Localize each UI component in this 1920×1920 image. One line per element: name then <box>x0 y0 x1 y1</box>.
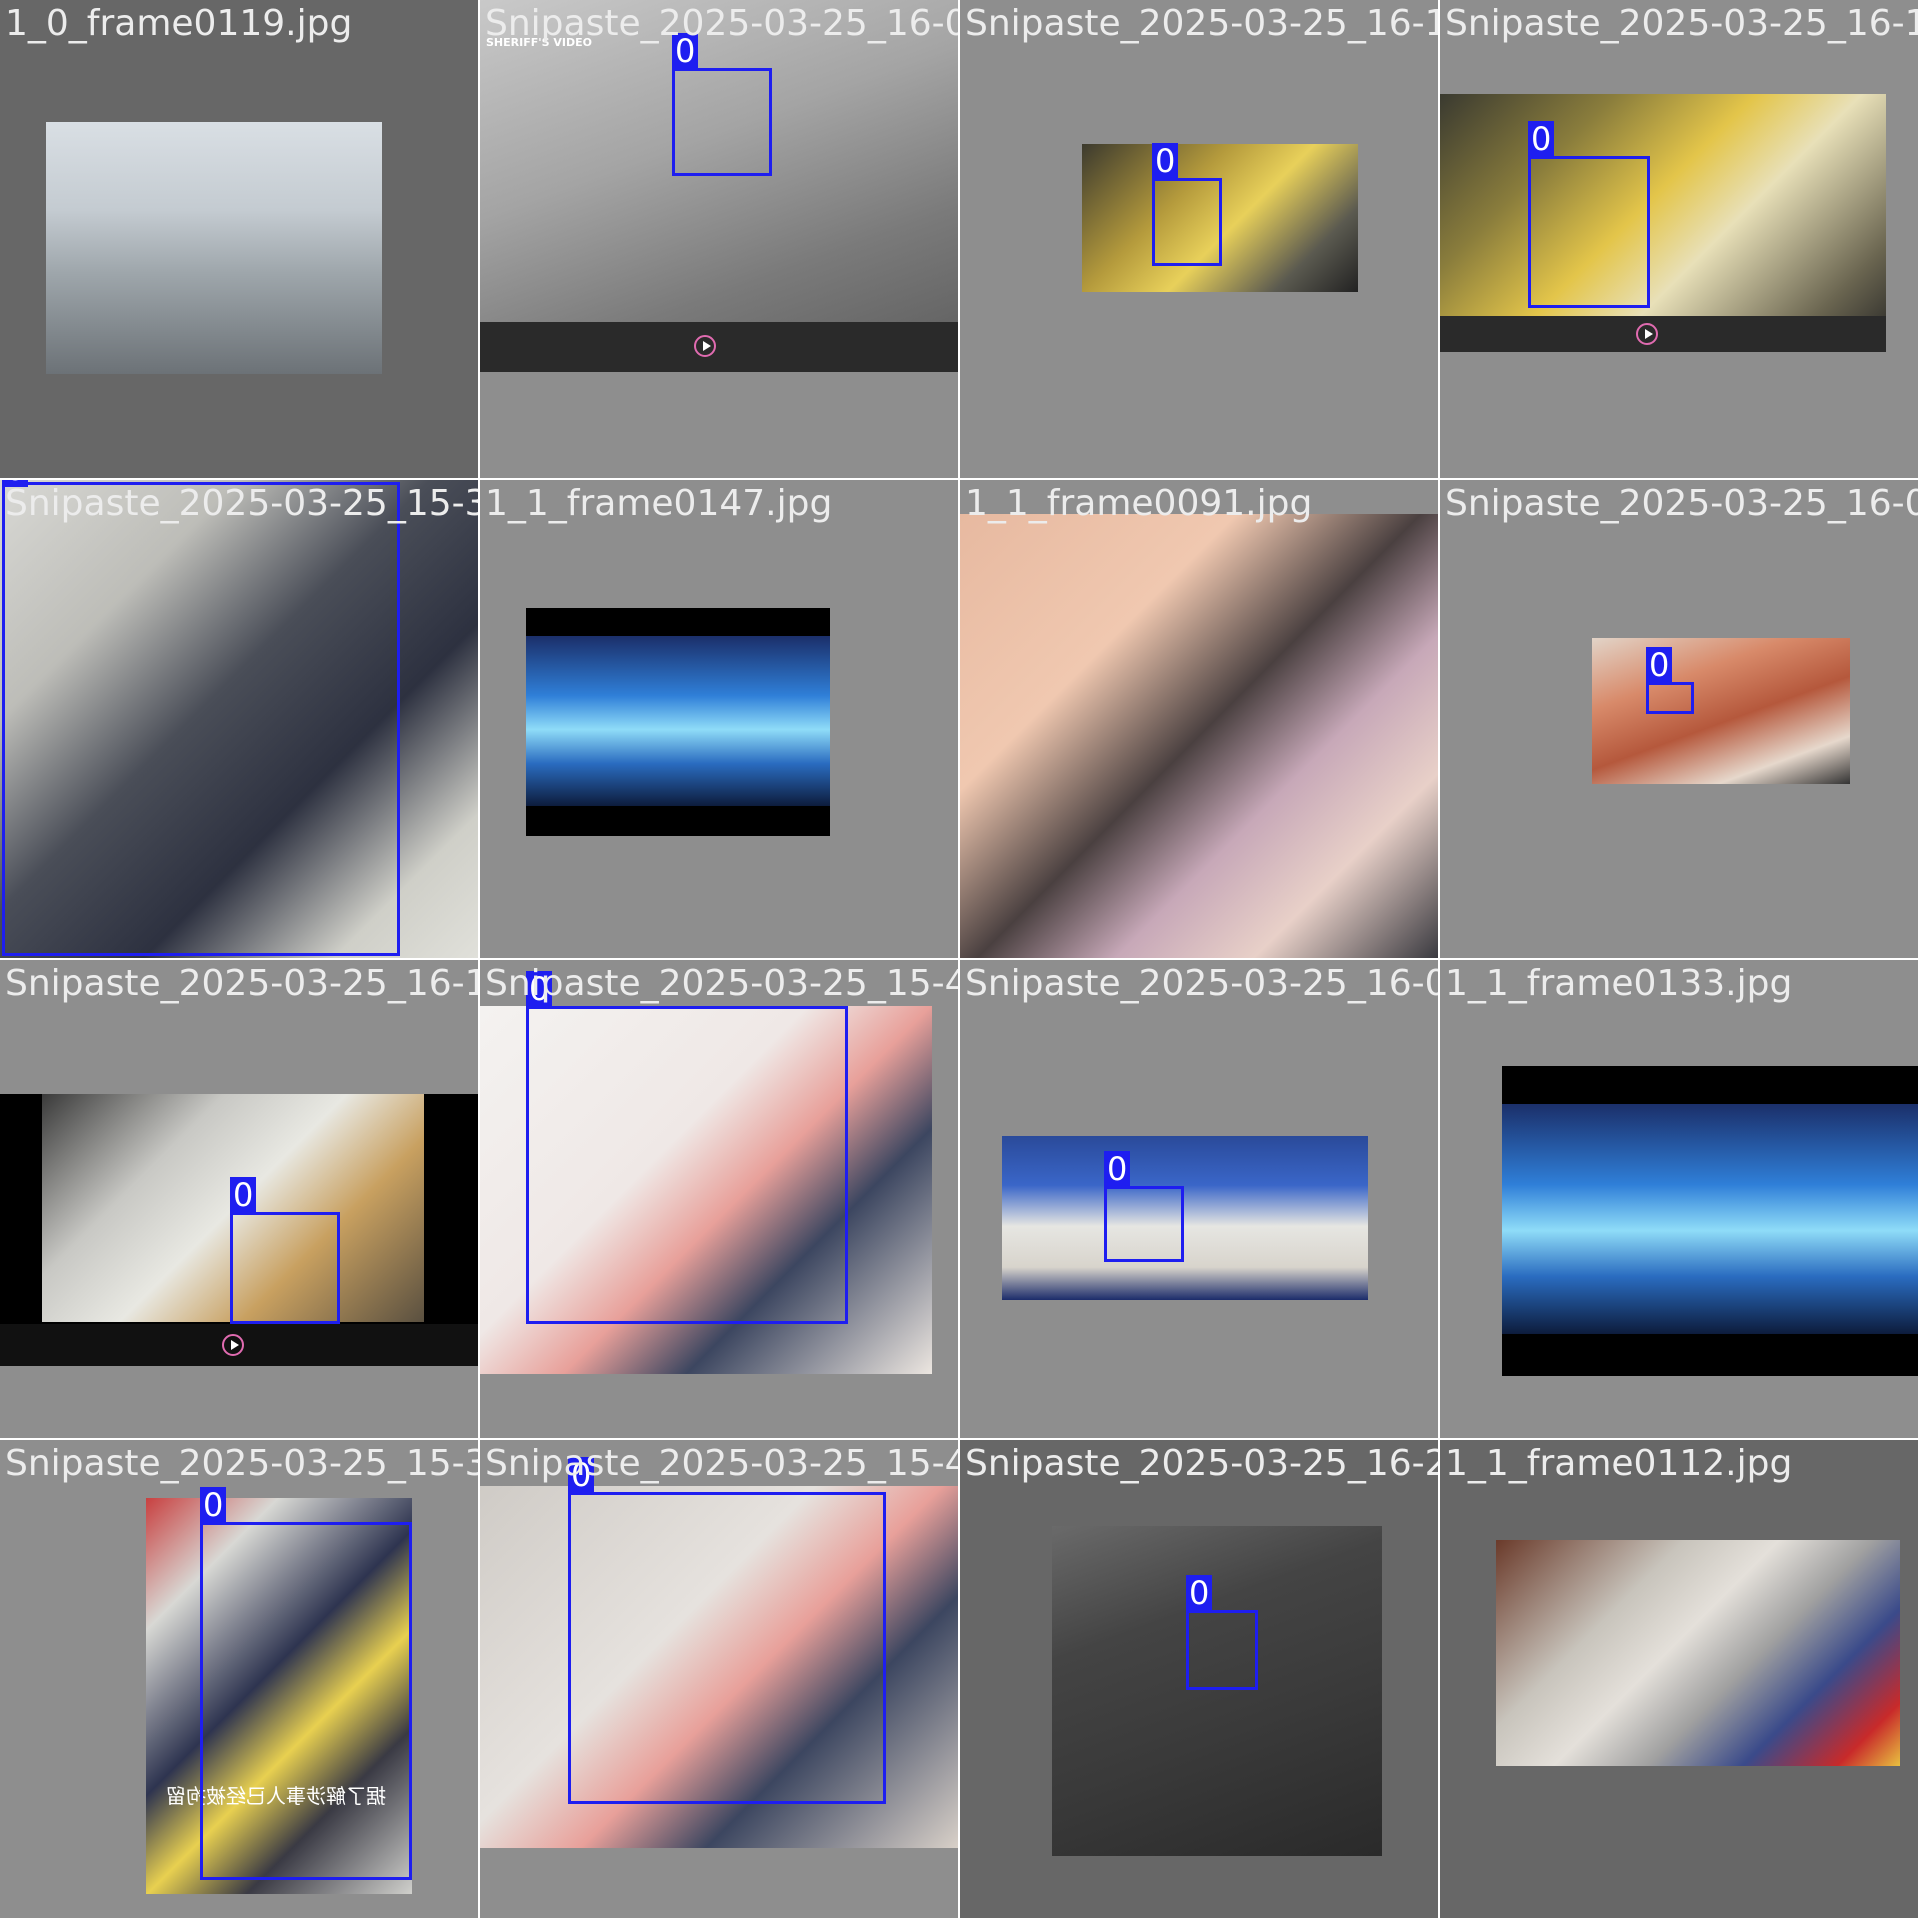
detection-box: 0 <box>568 1457 886 1804</box>
video-player-bar[interactable] <box>480 322 958 372</box>
tile-15[interactable]: 0 Snipaste_2025-03-25_16-26-22.png <box>960 1440 1438 1918</box>
detection-box: 0 <box>200 1487 412 1880</box>
tile-photo <box>46 122 382 374</box>
detection-class-label: 0 <box>1528 121 1555 157</box>
tile-caption: Snipaste_2025-03-25_15-39-36_2.png <box>5 483 478 524</box>
tile-3[interactable]: 0 Snipaste_2025-03-25_16-12-14.png <box>960 0 1438 478</box>
detection-box: 0 <box>1528 121 1650 308</box>
tile-1[interactable]: 1_0_frame0119.jpg <box>0 0 478 478</box>
tile-caption: 1_1_frame0133.jpg <box>1445 963 1793 1004</box>
tile-6[interactable]: 1_1_frame0147.jpg <box>480 480 958 958</box>
play-icon[interactable] <box>222 1334 244 1356</box>
detection-box: 0 <box>672 33 772 176</box>
tile-photo <box>1496 1540 1900 1766</box>
tile-caption: Snipaste_2025-03-25_16-04-50.png <box>485 3 958 44</box>
detection-box: 0 <box>526 971 848 1324</box>
tile-caption: Snipaste_2025-03-25_16-12 <box>1445 3 1918 44</box>
tile-photo <box>1002 1136 1368 1300</box>
tile-caption: 1_1_frame0147.jpg <box>485 483 833 524</box>
tile-2[interactable]: SHERIFF'S VIDEO 0 Snipaste_2025-03-25_16… <box>480 0 958 478</box>
detection-class-label: 0 <box>1152 143 1179 179</box>
detection-box: 0 <box>2 480 400 956</box>
tile-photo <box>1502 1066 1918 1376</box>
detection-box: 0 <box>1104 1151 1184 1262</box>
tile-14[interactable]: 0 Snipaste_2025-03-25_15-43-09_3.png <box>480 1440 958 1918</box>
video-player-bar[interactable] <box>1440 316 1886 352</box>
detection-class-label: 0 <box>200 1487 227 1523</box>
tile-photo <box>480 0 958 372</box>
video-player-bar[interactable] <box>0 1324 478 1366</box>
tile-caption: Snipaste_2025-03-25_16-26-22.png <box>965 1443 1438 1484</box>
tile-caption: Snipaste_2025-03-25_16-15 <box>5 963 478 1004</box>
tile-photo <box>1052 1526 1382 1856</box>
tile-caption: Snipaste_2025-03-25_16-01 <box>1445 483 1918 524</box>
detection-class-label: 0 <box>230 1177 257 1213</box>
tile-photo <box>526 608 830 836</box>
tile-caption: Snipaste_2025-03-25_15-43-09_2.png <box>485 963 958 1004</box>
play-icon[interactable] <box>1636 323 1658 345</box>
tile-caption: Snipaste_2025-03-25_16-12-14.png <box>965 3 1438 44</box>
tile-caption: 1_1_frame0091.jpg <box>965 483 1313 524</box>
detection-class-label: 0 <box>1186 1575 1213 1611</box>
tile-8[interactable]: 0 Snipaste_2025-03-25_16-01 <box>1440 480 1918 958</box>
tile-photo <box>1440 94 1886 352</box>
detection-class-label: 0 <box>1646 647 1673 683</box>
detection-box: 0 <box>1186 1575 1258 1690</box>
tile-4[interactable]: 0 Snipaste_2025-03-25_16-12 <box>1440 0 1918 478</box>
play-icon[interactable] <box>694 335 716 357</box>
tile-caption: Snipaste_2025-03-25_16-07-18_2.png <box>965 963 1438 1004</box>
tile-12[interactable]: 1_1_frame0133.jpg <box>1440 960 1918 1438</box>
tile-9[interactable]: 0 Snipaste_2025-03-25_16-15 <box>0 960 478 1438</box>
tile-16[interactable]: 1_1_frame0112.jpg <box>1440 1440 1918 1918</box>
tile-11[interactable]: 0 Snipaste_2025-03-25_16-07-18_2.png <box>960 960 1438 1438</box>
tile-caption: Snipaste_2025-03-25_15-43-09_3.png <box>485 1443 958 1484</box>
tile-10[interactable]: 0 Snipaste_2025-03-25_15-43-09_2.png <box>480 960 958 1438</box>
detection-box: 0 <box>1152 143 1222 266</box>
tile-photo <box>1592 638 1850 784</box>
tile-caption: 1_1_frame0112.jpg <box>1445 1443 1793 1484</box>
detection-box: 0 <box>230 1177 340 1324</box>
tile-13[interactable]: 据了解涉事人已经被拘留 0 Snipaste_2025-03-25_15-39-… <box>0 1440 478 1918</box>
tile-caption: 1_0_frame0119.jpg <box>5 3 353 44</box>
tile-caption: Snipaste_2025-03-25_15-39-36.png <box>5 1443 478 1484</box>
detection-class-label: 0 <box>1104 1151 1131 1187</box>
tile-7[interactable]: 1_1_frame0091.jpg <box>960 480 1438 958</box>
tile-5[interactable]: 0 Snipaste_2025-03-25_15-39-36_2.png <box>0 480 478 958</box>
image-mosaic: 1_0_frame0119.jpg SHERIFF'S VIDEO 0 Snip… <box>0 0 1920 1920</box>
tile-photo <box>960 514 1438 958</box>
detection-box: 0 <box>1646 647 1694 714</box>
